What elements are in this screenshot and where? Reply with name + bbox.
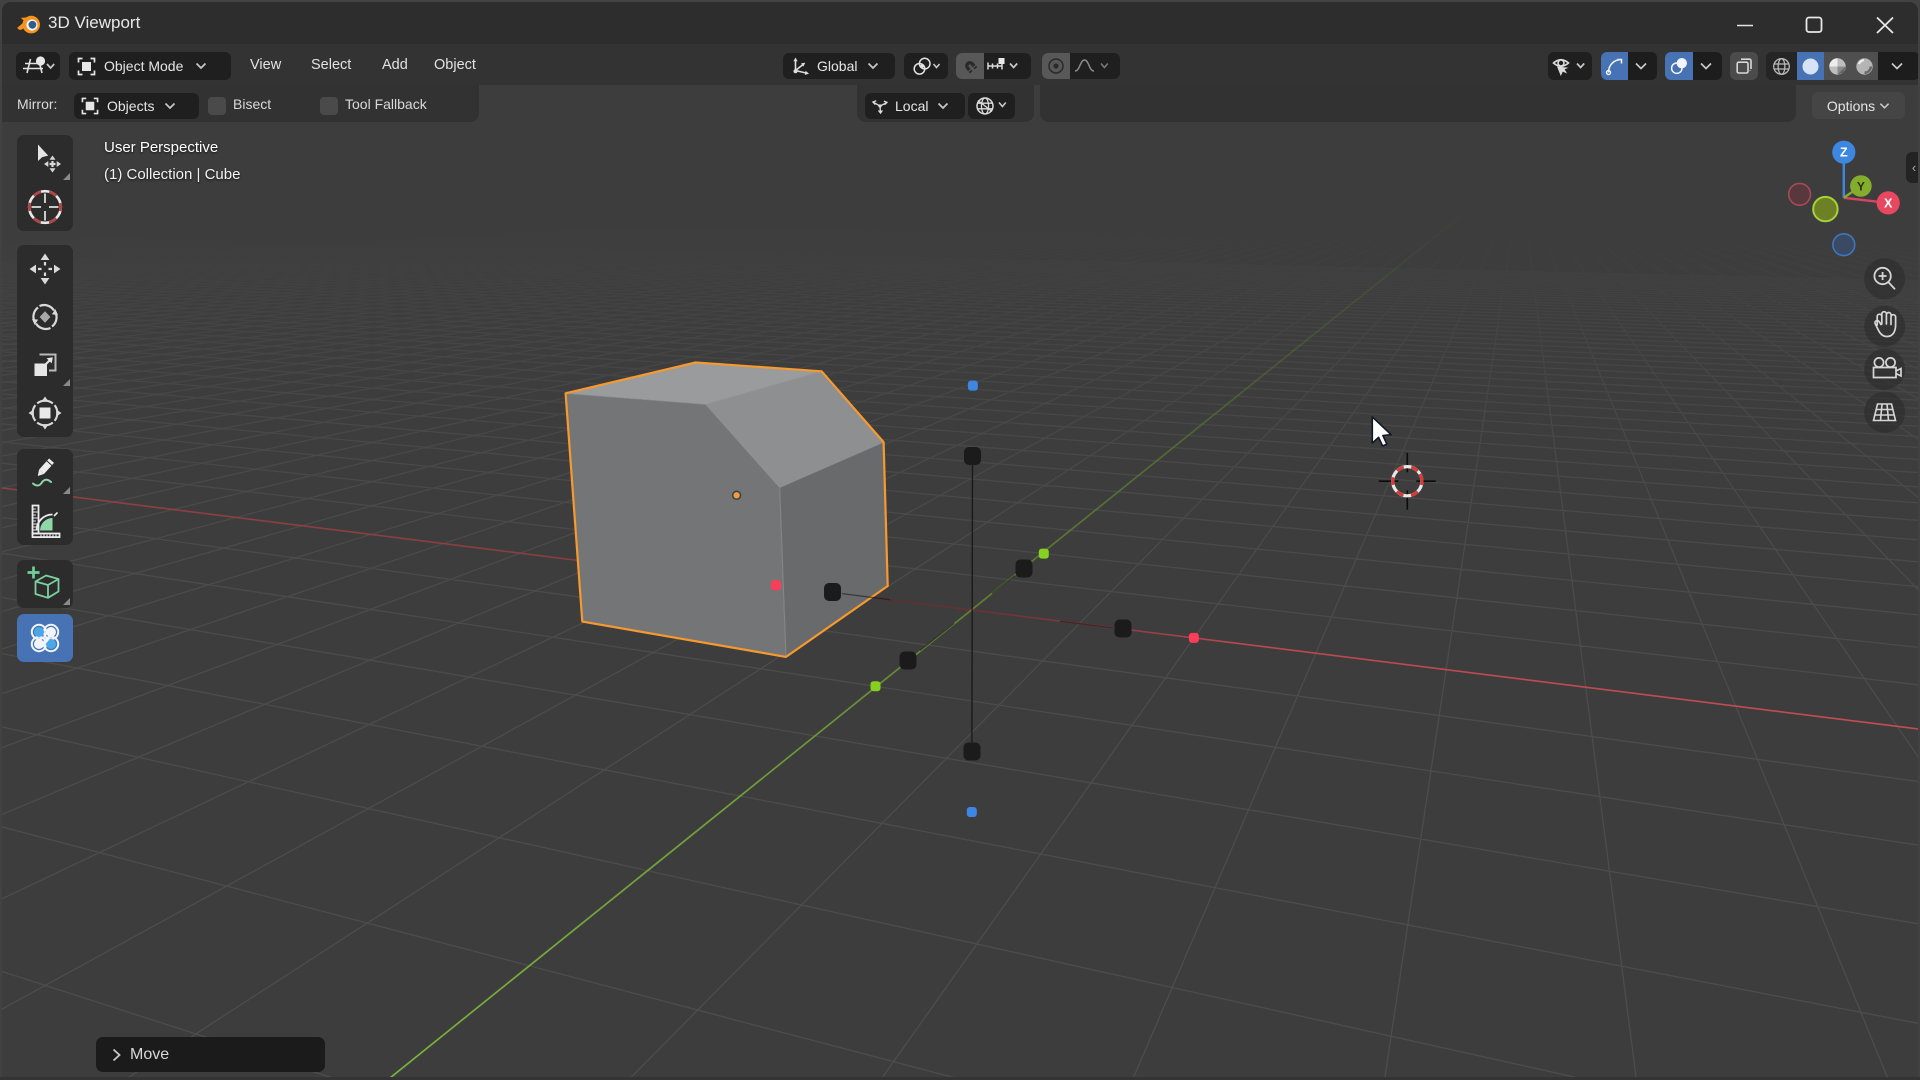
- svg-text:Z: Z: [1840, 146, 1848, 160]
- svg-text:Y: Y: [1857, 179, 1865, 193]
- svg-text:X: X: [1884, 196, 1893, 210]
